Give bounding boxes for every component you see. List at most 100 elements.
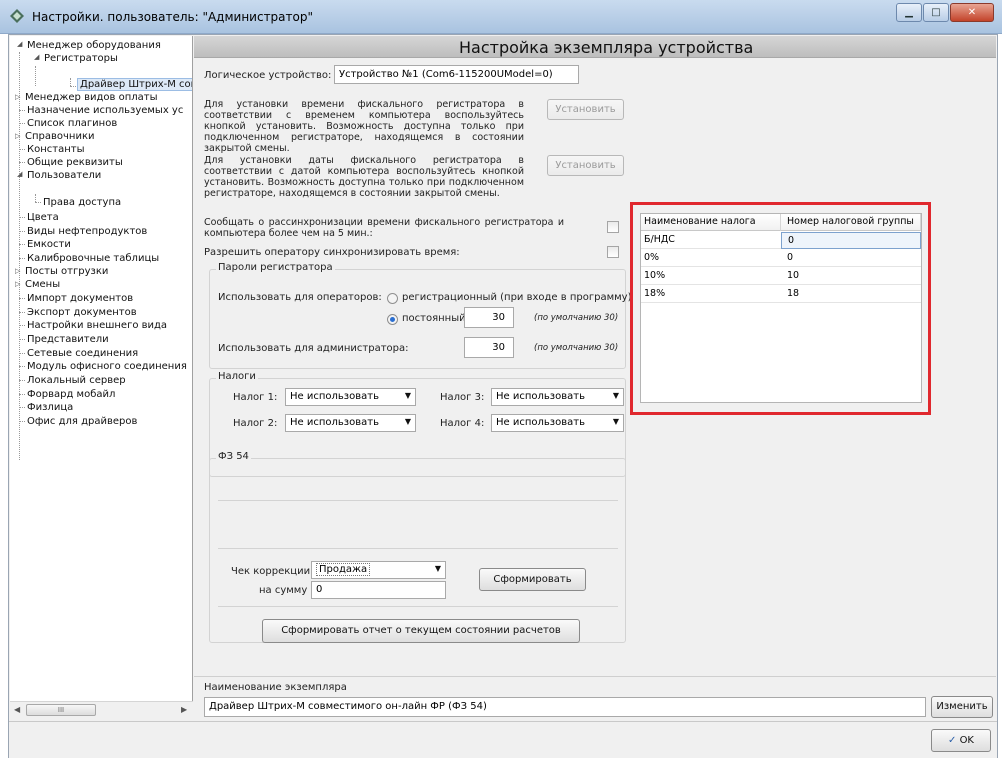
- tree-guide: [19, 217, 25, 218]
- tree-item-references[interactable]: Справочники: [25, 130, 95, 143]
- tree-item-individuals[interactable]: Физлица: [27, 401, 73, 414]
- tax2-label: Налог 2:: [233, 418, 278, 429]
- expanded-arrow-icon[interactable]: ◢: [34, 53, 39, 61]
- form-correction-button[interactable]: Сформировать: [479, 568, 586, 591]
- tree-item-office-module[interactable]: Модуль офисного соединения: [27, 360, 187, 373]
- tree-item-colors[interactable]: Цвета: [27, 211, 59, 224]
- collapsed-arrow-icon[interactable]: ▷: [15, 93, 20, 101]
- ok-button-label: OK: [959, 735, 974, 746]
- ok-button[interactable]: ✓ OK: [931, 729, 991, 752]
- tax-group-cell[interactable]: 0: [781, 250, 921, 267]
- admin-password-field[interactable]: 30: [464, 337, 514, 358]
- tax-table-highlight: Наименование налога Номер налоговой груп…: [630, 202, 931, 415]
- tree-item-fuel-types[interactable]: Виды нефтепродуктов: [27, 225, 147, 238]
- passwords-group-label: Пароли регистратора: [216, 262, 335, 273]
- table-header-row: Наименование налога Номер налоговой груп…: [641, 214, 921, 231]
- tax2-select[interactable]: Не использовать ▼: [285, 414, 416, 432]
- tree-item-representatives[interactable]: Представители: [27, 333, 109, 346]
- tax-name-cell: 0%: [641, 250, 781, 267]
- tree-guide: [19, 149, 25, 150]
- tree-item-network[interactable]: Сетевые соединения: [27, 347, 138, 360]
- collapsed-arrow-icon[interactable]: ▷: [15, 132, 20, 140]
- desync-notify-label: Сообщать о рассинхронизации времени фиск…: [204, 217, 564, 239]
- tree-guide: [19, 110, 25, 111]
- tree-item-driver-office[interactable]: Офис для драйверов: [27, 415, 137, 428]
- column-header-tax-group[interactable]: Номер налоговой группы: [781, 214, 921, 231]
- table-row[interactable]: Б/НДС 0: [641, 232, 921, 249]
- tree-horizontal-scrollbar[interactable]: ◀ III ▶: [10, 701, 193, 718]
- set-time-button[interactable]: Установить: [547, 99, 624, 120]
- tree-item-doc-export[interactable]: Экспорт документов: [27, 306, 137, 319]
- collapsed-arrow-icon[interactable]: ▷: [15, 280, 20, 288]
- tree-item-constants[interactable]: Константы: [27, 143, 84, 156]
- registration-password-radio[interactable]: [387, 293, 398, 304]
- column-header-tax-name[interactable]: Наименование налога: [641, 214, 781, 231]
- fz54-divider: [218, 606, 618, 607]
- tree-item-users[interactable]: Пользователи: [27, 169, 101, 182]
- tree-guide: [35, 66, 36, 86]
- tree-item-payment-manager[interactable]: Менеджер видов оплаты: [25, 91, 157, 104]
- tax-name-cell: Б/НДС: [641, 232, 781, 249]
- scroll-right-icon[interactable]: ▶: [181, 705, 187, 714]
- change-name-button[interactable]: Изменить: [931, 696, 993, 718]
- tree-item-plugins[interactable]: Список плагинов: [27, 117, 117, 130]
- minimize-button[interactable]: ▁: [896, 3, 922, 22]
- tax-group-cell[interactable]: 0: [781, 232, 921, 249]
- tree-guide: [19, 231, 25, 232]
- tree-item-forward-mobile[interactable]: Форвард мобайл: [27, 388, 115, 401]
- instance-name-area: Наименование экземпляра Драйвер Штрих-М …: [194, 676, 996, 720]
- permanent-password-label: постоянный:: [402, 313, 469, 324]
- table-row[interactable]: 0% 0: [641, 250, 921, 267]
- tree-item-shifts[interactable]: Смены: [25, 278, 60, 291]
- tree-item-access-rights[interactable]: Права доступа: [43, 196, 121, 209]
- tax1-select[interactable]: Не использовать ▼: [285, 388, 416, 406]
- tax-group-table[interactable]: Наименование налога Номер налоговой груп…: [640, 213, 922, 403]
- desync-notify-checkbox[interactable]: [607, 221, 619, 233]
- tree-guide: [19, 123, 25, 124]
- settlement-report-button[interactable]: Сформировать отчет о текущем состоянии р…: [262, 619, 580, 643]
- use-for-admin-label: Использовать для администратора:: [218, 343, 409, 354]
- tax-group-cell[interactable]: 18: [781, 286, 921, 303]
- tax3-select[interactable]: Не использовать ▼: [491, 388, 624, 406]
- tree-item-device-assignment[interactable]: Назначение используемых ус: [27, 104, 183, 117]
- ok-check-icon: ✓: [947, 735, 957, 746]
- maximize-icon: □: [931, 7, 941, 18]
- expanded-arrow-icon[interactable]: ◢: [17, 170, 22, 178]
- tree-guide: [19, 407, 25, 408]
- collapsed-arrow-icon[interactable]: ▷: [15, 267, 20, 275]
- permanent-password-radio[interactable]: [387, 314, 398, 325]
- tree-item-equipment-manager[interactable]: Менеджер оборудования: [27, 39, 161, 52]
- tree-item-calibration[interactable]: Калибровочные таблицы: [27, 252, 159, 265]
- set-date-button[interactable]: Установить: [547, 155, 624, 176]
- tax4-select[interactable]: Не использовать ▼: [491, 414, 624, 432]
- expanded-arrow-icon[interactable]: ◢: [17, 40, 22, 48]
- close-button[interactable]: ✕: [950, 3, 994, 22]
- tax-group-cell[interactable]: 10: [781, 268, 921, 285]
- tree-item-local-server[interactable]: Локальный сервер: [27, 374, 126, 387]
- tree-item-registrators[interactable]: Регистраторы: [44, 52, 118, 65]
- tree-item-doc-import[interactable]: Импорт документов: [27, 292, 133, 305]
- table-row[interactable]: 10% 10: [641, 268, 921, 285]
- maximize-button[interactable]: □: [923, 3, 949, 22]
- tree-guide: [19, 353, 25, 354]
- table-row[interactable]: 18% 18: [641, 286, 921, 303]
- minimize-icon: ▁: [905, 7, 913, 18]
- tree-item-appearance[interactable]: Настройки внешнего вида: [27, 319, 167, 332]
- tree-item-tanks[interactable]: Емкости: [27, 238, 71, 251]
- tree-item-dispatch-posts[interactable]: Посты отгрузки: [25, 265, 108, 278]
- tree-item-shtrih-driver[interactable]: Драйвер Штрих-М сов: [77, 78, 192, 91]
- scroll-thumb[interactable]: III: [26, 704, 96, 716]
- settings-tree[interactable]: ◢ Менеджер оборудования ◢ Регистраторы Д…: [10, 36, 193, 701]
- time-setting-text: Для установки времени фискального регист…: [204, 99, 524, 154]
- tax-name-cell: 18%: [641, 286, 781, 303]
- tree-item-common-props[interactable]: Общие реквизиты: [27, 156, 123, 169]
- operator-password-field[interactable]: 30: [464, 307, 514, 328]
- allow-sync-checkbox[interactable]: [607, 246, 619, 258]
- logical-device-field[interactable]: Устройство №1 (Com6-115200UModel=0): [334, 65, 579, 84]
- scroll-left-icon[interactable]: ◀: [14, 705, 20, 714]
- correction-type-select[interactable]: Продажа ▼: [311, 561, 446, 579]
- amount-field[interactable]: 0: [311, 581, 446, 599]
- fz54-group: [209, 458, 626, 643]
- device-settings-panel: Настройка экземпляра устройства Логическ…: [194, 36, 996, 676]
- instance-name-field[interactable]: Драйвер Штрих-М совместимого он-лайн ФР …: [204, 697, 926, 717]
